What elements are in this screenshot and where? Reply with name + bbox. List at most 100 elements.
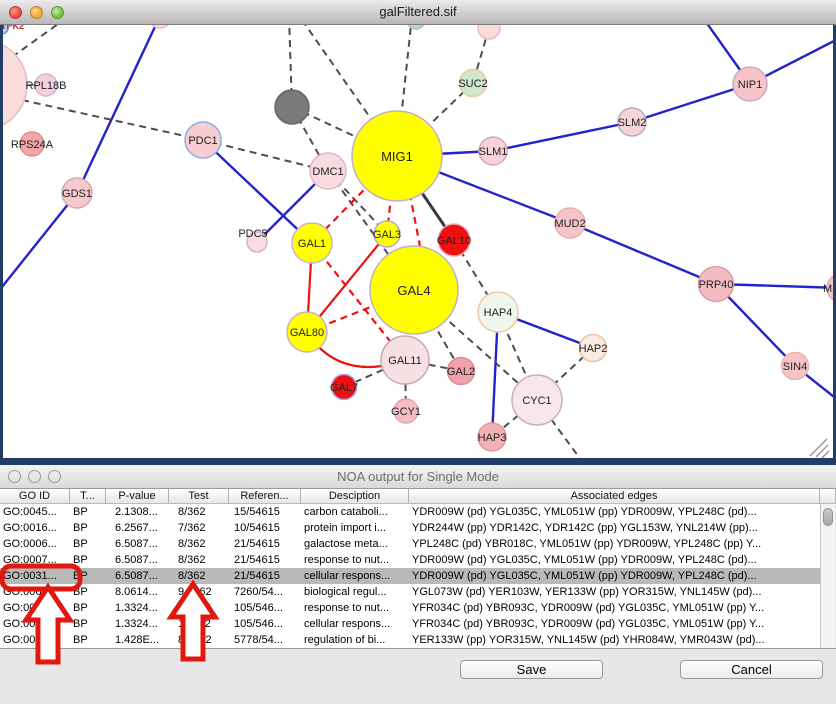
cell-reference: 105/546...	[229, 600, 301, 616]
node-label: GAL7	[330, 382, 358, 394]
cell-edges: YER133W (pp) YOR315W, YNL145W (pd) YHR08…	[409, 632, 820, 648]
cell-p_value: 6.5087...	[106, 568, 169, 584]
table-row[interactable]: GO:0045...BP2.1308...8/36215/54615carbon…	[0, 504, 820, 520]
cell-edges: YDR009W (pd) YGL035C, YML051W (pp) YDR00…	[409, 504, 820, 520]
column-header-reference[interactable]: Referen...	[229, 489, 301, 503]
table-row[interactable]: GO:0065...BP8.0614...94/3627260/54...bio…	[0, 584, 820, 600]
cell-go_id: GO:0007...	[0, 552, 70, 568]
table-row[interactable]: GO:0016...BP6.2567...7/36210/54615protei…	[0, 520, 820, 536]
cell-go_id: GO:0031...	[0, 568, 70, 584]
save-button[interactable]: Save	[460, 660, 603, 679]
column-header-type[interactable]: T...	[70, 489, 106, 503]
node-label: RPL18B	[26, 80, 67, 92]
noa-window-titlebar[interactable]: NOA output for Single Mode	[0, 465, 836, 489]
column-header-test[interactable]: Test	[169, 489, 229, 503]
cell-test: 80/362	[169, 632, 229, 648]
cell-reference: 15/54615	[229, 504, 301, 520]
node-label: NIP1	[738, 79, 762, 91]
node-label: MSL5	[823, 283, 833, 295]
cell-edges: YDR244W (pp) YDR142C, YDR142C (pp) YGL15…	[409, 520, 820, 536]
node-label: HAP4	[484, 307, 513, 319]
cell-p_value: 1.3324...	[106, 616, 169, 632]
network-window: galFiltered.sif	[0, 0, 836, 465]
cell-p_value: 1.428E...	[106, 632, 169, 648]
node-label: MIG1	[381, 149, 413, 164]
table-row[interactable]: GO:0050...BP1.428E...80/3625778/54...reg…	[0, 632, 820, 648]
network-canvas[interactable]: TPK2 RPL18B RPS24A GDS1 PDC1 DMC1 MIG1 S…	[3, 25, 833, 458]
node-label: HAP2	[579, 343, 608, 355]
cell-p_value: 6.5087...	[106, 536, 169, 552]
network-graph: TPK2 RPL18B RPS24A GDS1 PDC1 DMC1 MIG1 S…	[3, 25, 833, 458]
table-bottom-divider	[0, 648, 836, 649]
node-label: GAL3	[373, 229, 401, 241]
node-partial-top[interactable]	[148, 25, 172, 28]
column-header-description[interactable]: Desciption	[301, 489, 409, 503]
cell-go_id: GO:0016...	[0, 520, 70, 536]
cell-test: 8/362	[169, 536, 229, 552]
graph-edge	[203, 140, 328, 171]
noa-output-window: NOA output for Single Mode GO ID T... P-…	[0, 465, 836, 704]
graph-edge	[493, 122, 632, 151]
node-label: SIN4	[783, 361, 807, 373]
cell-edges: YFR034C (pd) YBR093C, YDR009W (pd) YGL03…	[409, 616, 820, 632]
cell-test: 8/362	[169, 568, 229, 584]
node-label: SUC2	[458, 78, 487, 90]
scrollbar-thumb[interactable]	[823, 508, 833, 526]
cell-reference: 21/54615	[229, 536, 301, 552]
node-label: DMC1	[312, 166, 343, 178]
cell-edges: YDR009W (pd) YGL035C, YML051W (pp) YDR00…	[409, 568, 820, 584]
table-row[interactable]: GO:0031...BP6.5087...8/36221/54615cellul…	[0, 568, 820, 584]
cell-reference: 21/54615	[229, 552, 301, 568]
graph-edge	[3, 193, 77, 292]
cell-reference: 5778/54...	[229, 632, 301, 648]
resize-grip-icon[interactable]	[810, 439, 829, 458]
graph-edge	[632, 84, 750, 122]
table-row[interactable]: GO:0031...BP1.3324...11/362105/546...cel…	[0, 616, 820, 632]
node-label-fragment: TPK2	[3, 25, 24, 31]
cell-test: 8/362	[169, 504, 229, 520]
node-label: MUD2	[554, 218, 585, 230]
cell-description: response to nut...	[301, 552, 409, 568]
cell-test: 94/362	[169, 584, 229, 600]
node-gray[interactable]	[275, 90, 309, 124]
table-row[interactable]: GO:0006...BP6.5087...8/36221/54615galact…	[0, 536, 820, 552]
cancel-button[interactable]: Cancel	[680, 660, 823, 679]
nodes	[3, 25, 833, 451]
vertical-scrollbar[interactable]	[820, 504, 835, 648]
cell-type: BP	[70, 568, 106, 584]
cell-type: BP	[70, 536, 106, 552]
column-header-go-id[interactable]: GO ID	[0, 489, 70, 503]
cell-description: regulation of bi...	[301, 632, 409, 648]
graph-edge	[570, 223, 716, 284]
node-label: GAL80	[290, 327, 324, 339]
cell-type: BP	[70, 504, 106, 520]
node-partial-top-pink[interactable]	[478, 25, 500, 39]
graph-edge	[77, 25, 160, 193]
results-table: GO:0045...BP2.1308...8/36215/54615carbon…	[0, 504, 820, 648]
column-header-associated-edges[interactable]: Associated edges	[409, 489, 820, 503]
cell-reference: 10/54615	[229, 520, 301, 536]
node-label: HAP3	[478, 432, 507, 444]
table-header[interactable]: GO ID T... P-value Test Referen... Desci…	[0, 489, 836, 504]
cell-p_value: 6.5087...	[106, 552, 169, 568]
node-label: RPS24A	[11, 139, 54, 151]
node-label: CYC1	[522, 395, 551, 407]
table-row[interactable]: GO:0031...BP1.3324...11/362105/546...res…	[0, 600, 820, 616]
cell-test: 11/362	[169, 600, 229, 616]
cell-p_value: 8.0614...	[106, 584, 169, 600]
node-label: GCY1	[391, 406, 421, 418]
cell-p_value: 1.3324...	[106, 600, 169, 616]
cell-type: BP	[70, 616, 106, 632]
cell-description: cellular respons...	[301, 616, 409, 632]
cell-edges: YGL073W (pd) YER103W, YER133W (pp) YOR31…	[409, 584, 820, 600]
screenshot-root: galFiltered.sif	[0, 0, 836, 704]
cell-test: 7/362	[169, 520, 229, 536]
table-row[interactable]: GO:0007...BP6.5087...8/36221/54615respon…	[0, 552, 820, 568]
column-header-p-value[interactable]: P-value	[106, 489, 169, 503]
cell-description: cellular respons...	[301, 568, 409, 584]
cell-description: carbon cataboli...	[301, 504, 409, 520]
cell-go_id: GO:0031...	[0, 616, 70, 632]
network-window-titlebar[interactable]: galFiltered.sif	[0, 0, 836, 25]
node-label: GAL2	[447, 366, 475, 378]
node-unlabeled-large[interactable]	[3, 40, 27, 130]
